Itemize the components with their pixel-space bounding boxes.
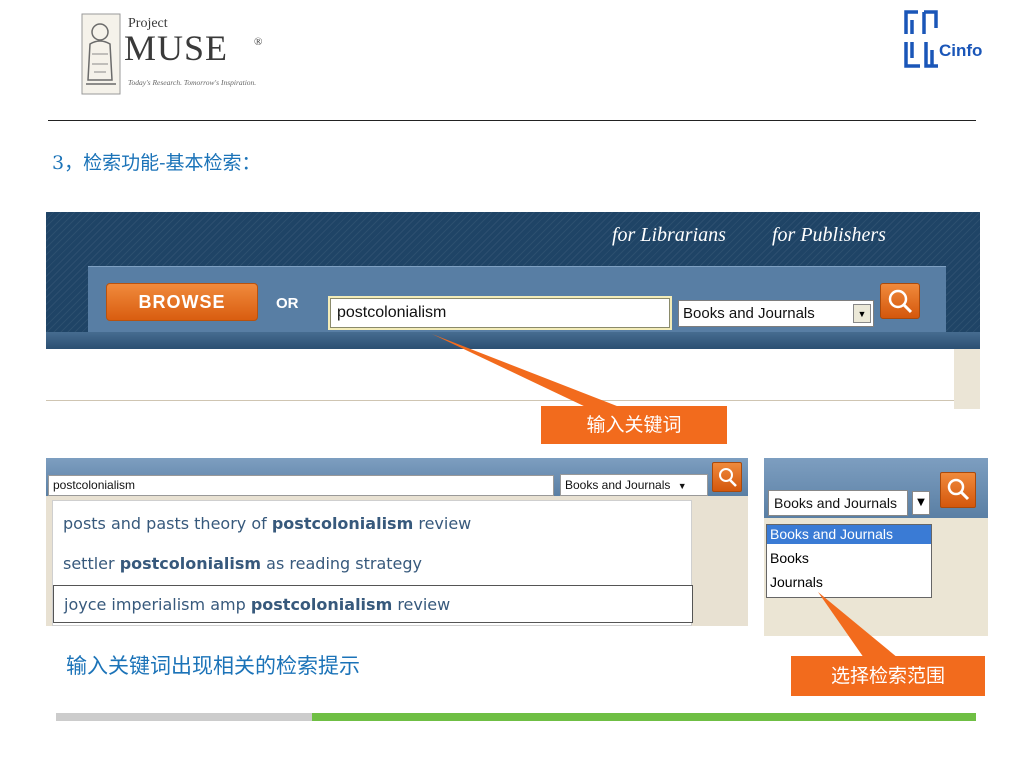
scope-option-books[interactable]: Books xyxy=(767,549,931,568)
suggest-search-button[interactable] xyxy=(712,462,742,492)
for-publishers-link[interactable]: for Publishers xyxy=(772,224,886,247)
cinfo-logo-text: Cinfo xyxy=(939,41,983,60)
suggestion-list: posts and pasts theory of postcolonialis… xyxy=(52,500,693,626)
muse-logo-figure-icon xyxy=(81,13,121,95)
suggestion-text: settler xyxy=(63,554,120,573)
or-label: OR xyxy=(276,295,299,312)
footer-bar-grey xyxy=(56,713,312,721)
scope-search-button[interactable] xyxy=(940,472,976,508)
suggest-scope-select[interactable]: Books and Journals ▼ xyxy=(560,474,708,496)
suggest-scope-value: Books and Journals xyxy=(565,478,671,492)
suggestion-text: review xyxy=(413,514,472,533)
suggestion-item-highlighted[interactable]: joyce imperialism amp postcolonialism re… xyxy=(53,585,693,623)
keyword-callout: 输入关键词 xyxy=(541,406,727,444)
suggestion-item[interactable]: posts and pasts theory of postcolonialis… xyxy=(53,505,693,543)
search-icon xyxy=(719,468,737,487)
search-icon xyxy=(947,478,970,501)
scope-select-value: Books and Journals xyxy=(683,305,815,322)
banner-side-texture xyxy=(954,349,980,409)
callout-pointer-1 xyxy=(432,334,622,408)
suggestion-item[interactable]: settler postcolonialism as reading strat… xyxy=(53,545,693,583)
scope-select[interactable]: Books and Journals ▼ xyxy=(678,300,874,327)
suggestion-text: joyce imperialism amp xyxy=(64,595,251,614)
slide-heading: 3，检索功能-基本检索： xyxy=(52,152,261,174)
scope-dropdown-select[interactable]: Books and Journals xyxy=(768,490,908,516)
suggestion-keyword: postcolonialism xyxy=(250,595,393,614)
logo-tagline: Today's Research. Tomorrow's Inspiration… xyxy=(128,78,257,87)
search-button[interactable] xyxy=(880,283,920,319)
suggestion-text: posts and pasts theory of xyxy=(63,514,272,533)
chevron-down-icon[interactable]: ▼ xyxy=(678,481,687,491)
suggest-search-input[interactable]: postcolonialism xyxy=(48,475,554,496)
for-librarians-link[interactable]: for Librarians xyxy=(612,224,726,247)
chevron-down-icon[interactable]: ▼ xyxy=(853,304,871,323)
callout-pointer-2 xyxy=(818,592,898,658)
suggestion-text: review xyxy=(392,595,451,614)
search-icon xyxy=(888,289,913,314)
suggestion-keyword: postcolonialism xyxy=(119,554,262,573)
slide-caption: 输入关键词出现相关的检索提示 xyxy=(66,654,360,678)
header-divider xyxy=(48,120,976,121)
scope-callout: 选择检索范围 xyxy=(791,656,985,696)
search-input[interactable]: postcolonialism xyxy=(328,296,672,330)
footer-bar-green xyxy=(312,713,976,721)
suggestion-keyword: postcolonialism xyxy=(271,514,414,533)
logo-registered-mark: ® xyxy=(254,36,263,48)
browse-button[interactable]: BROWSE xyxy=(106,283,258,321)
chevron-down-icon[interactable]: ▼ xyxy=(912,491,930,515)
cinfo-logo-icon xyxy=(904,10,938,68)
suggestion-text: as reading strategy xyxy=(261,554,422,573)
scope-option-books-and-journals[interactable]: Books and Journals xyxy=(767,525,931,544)
logo-muse-text: MUSE xyxy=(124,28,229,68)
